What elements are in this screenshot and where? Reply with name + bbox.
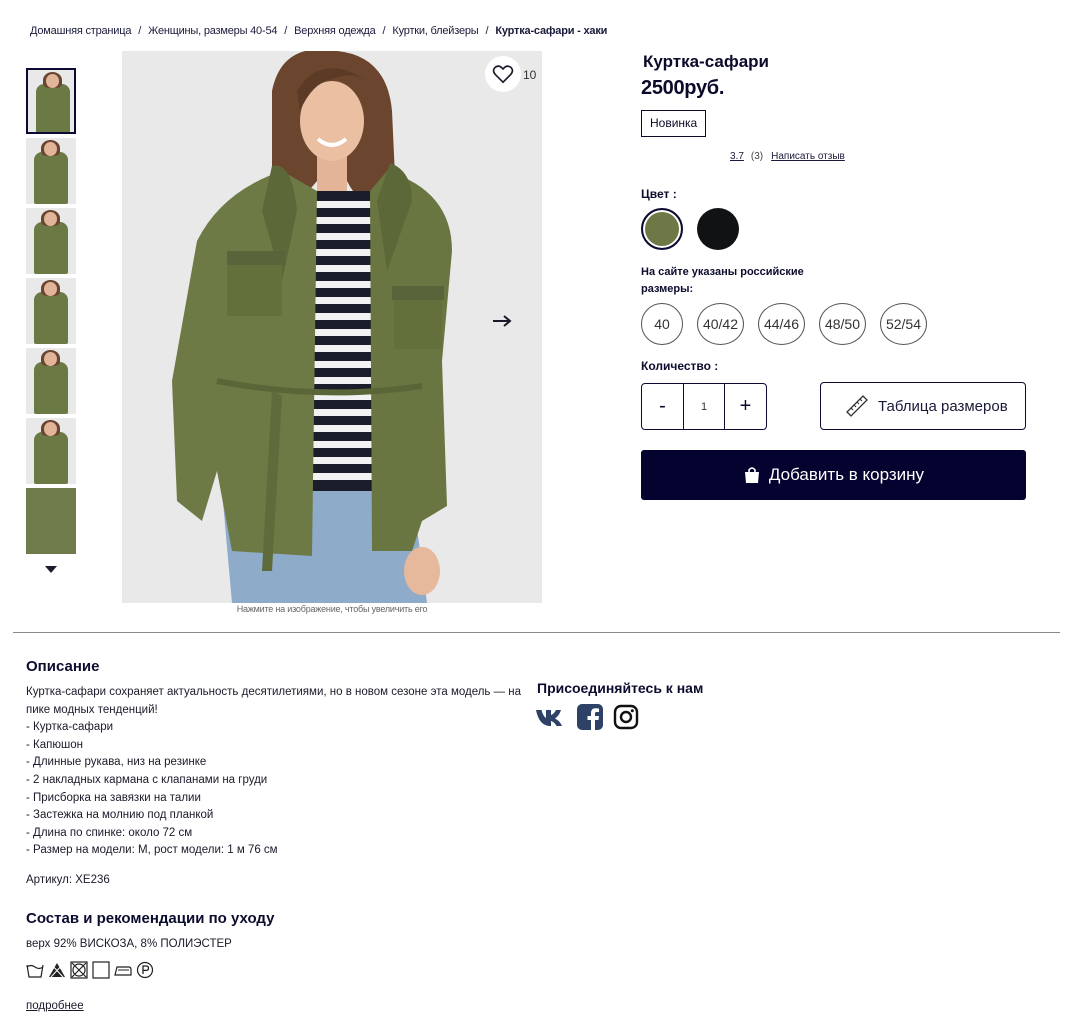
thumbnails-down-arrow-icon[interactable] — [45, 566, 57, 573]
zoom-hint: Нажмите на изображение, чтобы увеличить … — [236, 604, 428, 614]
description-line: - Капюшон — [26, 738, 83, 751]
breadcrumb-separator: / — [382, 25, 386, 37]
description-body: Куртка-сафари сохраняет актуальность дес… — [26, 684, 536, 860]
heart-icon — [492, 65, 514, 84]
product-title: Куртка-сафари — [643, 52, 769, 71]
thumbnail-7[interactable] — [26, 488, 76, 554]
care-icons — [26, 961, 154, 979]
add-to-cart-label: Добавить в корзину — [768, 465, 925, 484]
no-tumble-dry-icon — [70, 961, 88, 979]
product-price: 2500руб. — [641, 77, 725, 99]
description-intro: Куртка-сафари сохраняет актуальность дес… — [26, 686, 522, 716]
thumbnail-1[interactable] — [26, 68, 76, 134]
social-links — [535, 704, 639, 730]
rating-score[interactable]: 3.7 — [730, 151, 744, 162]
shopping-bag-icon — [744, 467, 759, 483]
breadcrumb-home[interactable]: Домашняя страница — [30, 25, 131, 37]
dry-clean-p-icon — [136, 961, 154, 979]
add-to-cart-button[interactable]: Добавить в корзину — [641, 450, 1026, 500]
composition: верх 92% ВИСКОЗА, 8% ПОЛИЭСТЕР — [26, 938, 232, 950]
ruler-icon — [846, 395, 868, 417]
favorite-button[interactable] — [485, 56, 521, 92]
size-table-label: Таблица размеров — [878, 397, 1008, 415]
more-details-link[interactable]: подробнее — [26, 1000, 84, 1012]
product-main-image[interactable] — [122, 51, 542, 603]
next-image-arrow-icon[interactable] — [492, 314, 512, 333]
color-swatch-khaki[interactable] — [641, 208, 683, 250]
rating-count: (3) — [750, 151, 764, 162]
quantity-stepper: - 1 + — [641, 383, 767, 430]
description-line: - Присборка на завязки на талии — [26, 791, 201, 804]
breadcrumb-separator: / — [138, 25, 142, 37]
vk-icon[interactable] — [535, 706, 567, 728]
breadcrumb-jackets[interactable]: Куртки, блейзеры — [392, 25, 478, 37]
breadcrumb-women[interactable]: Женщины, размеры 40-54 — [148, 25, 277, 37]
breadcrumb-separator: / — [284, 25, 288, 37]
size-table-button[interactable]: Таблица размеров — [820, 382, 1026, 430]
quantity-input[interactable]: 1 — [683, 384, 725, 429]
section-divider — [13, 632, 1060, 633]
size-option-44-46[interactable]: 44/46 — [758, 303, 805, 345]
size-option-40-42[interactable]: 40/42 — [697, 303, 744, 345]
breadcrumb-outerwear[interactable]: Верхняя одежда — [294, 25, 376, 37]
description-line: - Застежка на молнию под планкой — [26, 809, 214, 822]
wash-30-icon — [26, 961, 44, 979]
quantity-decrease-button[interactable]: - — [642, 384, 683, 429]
breadcrumb: Домашняя страница / Женщины, размеры 40-54… — [30, 25, 607, 37]
social-title: Присоединяйтесь к нам — [537, 680, 704, 696]
line-dry-icon — [92, 961, 110, 979]
facebook-icon[interactable] — [577, 704, 603, 730]
size-option-48-50[interactable]: 48/50 — [819, 303, 866, 345]
description-line: - 2 накладных кармана с клапанами на гру… — [26, 773, 268, 786]
favorite-count: 10 — [523, 68, 537, 82]
product-photo — [122, 51, 542, 603]
description-line: - Размер на модели: M, рост модели: 1 м … — [26, 844, 278, 857]
color-swatch-black[interactable] — [697, 208, 739, 250]
no-bleach-icon — [48, 961, 66, 979]
quantity-label: Количество : — [641, 359, 719, 373]
thumbnail-list — [26, 68, 76, 558]
thumbnail-2[interactable] — [26, 138, 76, 204]
quantity-increase-button[interactable]: + — [725, 384, 766, 429]
size-note: На сайте указаны российские размеры: — [641, 266, 804, 295]
breadcrumb-separator: / — [485, 25, 489, 37]
description-title: Описание — [26, 658, 100, 675]
thumbnail-4[interactable] — [26, 278, 76, 344]
description-line: - Длинные рукава, низ на резинке — [26, 756, 207, 769]
write-review-link[interactable]: Написать отзыв — [771, 151, 845, 162]
article-number: Артикул: XE236 — [26, 874, 110, 886]
breadcrumb-current: Куртка-сафари - хаки — [495, 25, 608, 37]
thumbnail-6[interactable] — [26, 418, 76, 484]
thumbnail-5[interactable] — [26, 348, 76, 414]
care-title: Состав и рекомендации по уходу — [26, 910, 275, 927]
description-line: - Длина по спинке: около 72 см — [26, 826, 193, 839]
color-label: Цвет : — [641, 187, 677, 201]
rating: 3.7 (3) Написать отзыв — [730, 151, 845, 162]
iron-low-icon — [114, 961, 132, 979]
new-badge: Новинка — [641, 110, 707, 137]
instagram-icon[interactable] — [613, 704, 639, 730]
size-option-52-54[interactable]: 52/54 — [880, 303, 927, 345]
size-option-40[interactable]: 40 — [641, 303, 683, 345]
thumbnail-3[interactable] — [26, 208, 76, 274]
description-line: - Куртка-сафари — [26, 721, 114, 734]
